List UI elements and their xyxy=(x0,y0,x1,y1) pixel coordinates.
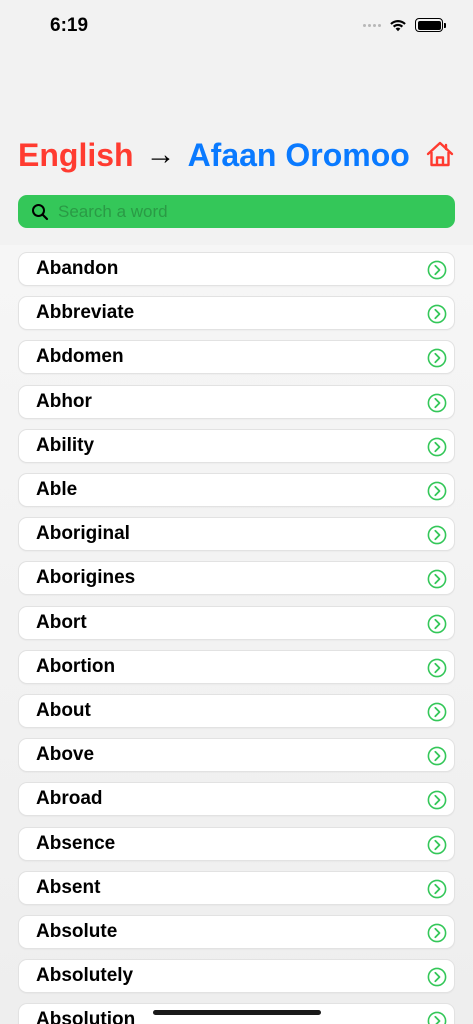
word-label: Abort xyxy=(36,611,87,633)
word-label: Ability xyxy=(36,434,95,456)
chevron-right-circle-icon xyxy=(427,746,447,766)
word-row[interactable]: Absolute xyxy=(18,915,455,949)
search-icon xyxy=(30,202,50,222)
chevron-right-circle-icon xyxy=(427,481,447,501)
word-row[interactable]: Aborigines xyxy=(18,561,455,596)
chevron-right-circle-icon xyxy=(427,437,447,457)
word-row[interactable]: Above xyxy=(18,738,455,773)
chevron-right-circle-icon xyxy=(427,525,447,545)
search-input[interactable] xyxy=(58,201,438,222)
word-row[interactable]: Abortion xyxy=(18,649,455,684)
status-bar: 6:19 xyxy=(0,0,473,54)
home-icon xyxy=(426,141,454,167)
arrow-right-icon: → xyxy=(145,138,176,171)
cellular-signal-icon xyxy=(363,23,381,27)
chevron-right-circle-icon xyxy=(427,393,447,412)
battery-icon xyxy=(415,18,446,32)
word-row[interactable]: Absent xyxy=(18,870,455,905)
word-label: Abhor xyxy=(36,390,92,412)
chevron-right-circle-icon xyxy=(427,348,447,368)
word-row[interactable]: Abroad xyxy=(18,782,455,817)
word-row[interactable]: Able xyxy=(18,473,455,507)
word-row[interactable]: Absolutely xyxy=(18,959,455,994)
search-bar[interactable] xyxy=(18,195,455,228)
word-label: Abortion xyxy=(36,655,116,677)
word-row[interactable]: Ability xyxy=(18,428,455,463)
word-label: Aborigines xyxy=(36,567,136,589)
word-row[interactable]: Abandon xyxy=(18,252,455,286)
chevron-right-circle-icon xyxy=(427,790,447,810)
word-row[interactable]: Abdomen xyxy=(18,340,455,375)
word-label: Aboriginal xyxy=(36,523,130,545)
word-label: Abandon xyxy=(36,258,119,279)
word-row[interactable]: Abort xyxy=(18,605,455,640)
word-label: Able xyxy=(36,479,78,500)
wifi-icon xyxy=(390,20,406,32)
word-row[interactable]: About xyxy=(18,694,455,728)
word-row[interactable]: Abbreviate xyxy=(18,296,455,331)
word-label: Absolution xyxy=(36,1009,136,1024)
source-language-title: English xyxy=(18,136,134,173)
chevron-right-circle-icon xyxy=(427,658,447,678)
word-label: Abbreviate xyxy=(36,302,135,324)
title-header: English → Afaan Oromoo xyxy=(18,133,455,177)
chevron-right-circle-icon xyxy=(427,569,447,589)
chevron-right-circle-icon xyxy=(427,1011,447,1024)
word-label: Absolutely xyxy=(36,965,134,987)
word-label: Absolute xyxy=(36,921,118,942)
status-time: 6:19 xyxy=(50,15,89,36)
word-row[interactable]: Abhor xyxy=(18,384,455,419)
chevron-right-circle-icon xyxy=(427,702,447,722)
word-list[interactable]: Abandon Abbreviate Abdomen Abhor Ability Able… xyxy=(0,245,473,1024)
status-icons xyxy=(363,18,446,32)
chevron-right-circle-icon xyxy=(427,923,447,943)
chevron-right-circle-icon xyxy=(427,967,447,987)
word-label: Abdomen xyxy=(36,346,124,368)
word-label: Absence xyxy=(36,832,116,854)
chevron-right-circle-icon xyxy=(427,879,447,899)
chevron-right-circle-icon xyxy=(427,260,447,280)
chevron-right-circle-icon xyxy=(427,614,447,633)
word-label: About xyxy=(36,700,91,721)
target-language-title: Afaan Oromoo xyxy=(187,136,410,173)
chevron-right-circle-icon xyxy=(427,835,447,854)
home-button[interactable] xyxy=(425,139,455,169)
word-row[interactable]: Absence xyxy=(18,826,455,861)
word-row[interactable]: Aboriginal xyxy=(18,517,455,552)
word-label: Above xyxy=(36,744,95,766)
chevron-right-circle-icon xyxy=(427,304,447,324)
word-label: Absent xyxy=(36,876,101,898)
home-indicator xyxy=(153,1010,321,1015)
word-label: Abroad xyxy=(36,788,103,810)
